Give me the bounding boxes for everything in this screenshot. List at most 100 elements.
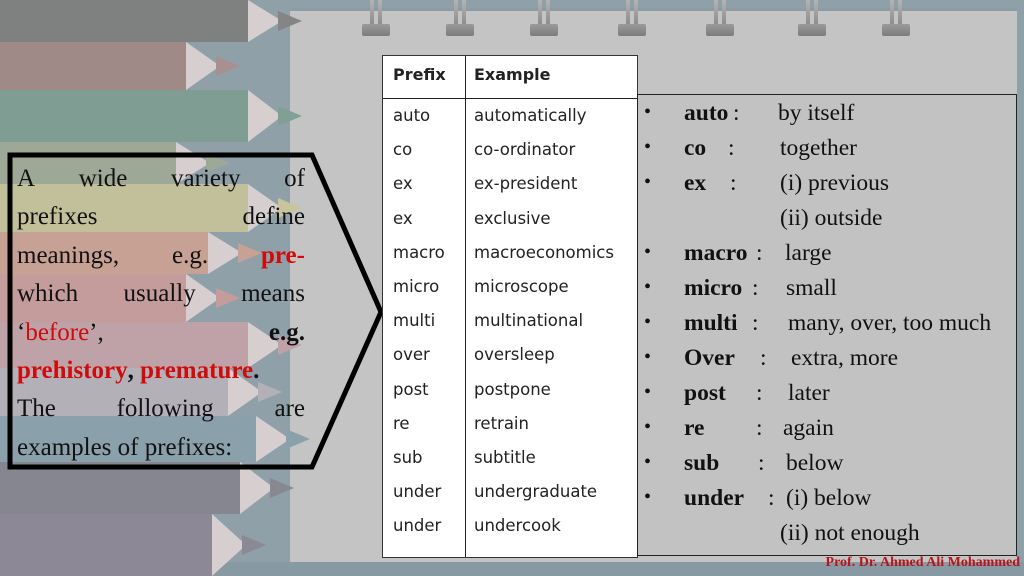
word: examples of prefixes: [17,433,233,461]
meaning-term: co [684,135,707,161]
pencil-stripe [0,514,272,576]
binder-ring-icon [530,0,558,36]
intro-line-7: The following are [17,390,305,428]
table-row: sub subtitle [383,448,637,482]
prefix-cell: sub [393,448,423,467]
prefix-cell: re [393,413,410,433]
meaning-item: (ii) not enough [638,520,1014,555]
meaning-item: • macro: large [638,240,1014,275]
meaning-item: • re: again [638,415,1014,450]
word: of [284,165,305,192]
table-row: multi multinational [383,311,637,345]
eg-label: e.g. [268,318,305,346]
prefix-cell: macro [393,242,445,262]
meaning-item: • Over: extra, more [638,345,1014,380]
example-cell: co-ordinator [474,140,576,160]
pencil-stripe [0,90,308,142]
prefix-cell: micro [393,277,440,296]
meaning-item: • sub: below [638,450,1014,485]
bullet-icon: • [644,101,652,123]
example-cell: automatically [474,106,587,125]
example-cell: microscope [474,277,569,296]
word: variety [171,165,241,192]
word: are [274,395,305,423]
example-cell: macroeconomics [474,242,614,262]
table-row: ex exclusive [383,209,637,243]
prefix-cell: co [393,140,413,160]
word: A [17,165,36,192]
word: which [17,280,79,308]
example-cell: oversleep [474,345,555,365]
meaning-item: • ex: (i) previous [638,170,1014,205]
meaning-definition: (i) below [786,485,872,511]
example-cell: subtitle [474,448,536,467]
intro-line-1: A wide variety of [17,160,305,198]
word: define [242,203,305,231]
bullet-icon: • [644,171,652,193]
meaning-term: multi [684,310,738,336]
table-row: re retrain [383,414,637,448]
comma: , [127,356,141,384]
meaning-definition: small [786,275,837,301]
example-cell: undercook [474,516,561,536]
meaning-definition: many, over, too much [788,310,992,336]
meaning-item: • micro: small [638,275,1014,310]
table-row: co co-ordinator [383,140,637,174]
example-cell: ex-president [474,174,578,194]
intro-line-3: meanings, e.g. pre- [17,237,305,275]
meaning-colon: : [758,450,765,476]
example-cell: undergraduate [474,482,598,502]
period: . [253,356,260,384]
meaning-term: ex [684,170,707,196]
before-quote: ‘before’, [17,314,104,352]
prefix-example-table: Prefix Example auto automatically co co-ord… [382,55,638,558]
meaning-definition: large [785,240,832,266]
meaning-definition: again [783,415,834,441]
prefix-cell: ex [393,174,413,194]
binder-ring-icon [706,0,734,36]
bullet-icon: • [644,451,652,473]
meaning-term: sub [684,450,720,476]
pencil-stripe [0,0,308,42]
meaning-item: • under: (i) below [638,485,1014,520]
word: meanings, [17,241,120,269]
meaning-colon: : [760,345,767,371]
word: The [17,395,56,423]
meaning-item: • auto: by itself [638,100,1014,135]
meaning-definition: by itself [778,100,855,126]
bullet-icon: • [644,416,652,438]
example-cell: retrain [474,413,529,433]
prefix-cell: auto [393,106,431,125]
meaning-term: micro [684,275,743,301]
prefix-pre-highlight: pre- [261,241,305,269]
table-row: over oversleep [383,345,637,379]
bullet-icon: • [644,486,652,508]
prefix-cell: multi [393,311,436,331]
example-cell: exclusive [474,208,551,228]
meaning-item: (ii) outside [638,205,1014,240]
meaning-colon: : [768,485,775,511]
example-cell: multinational [474,311,584,331]
bullet-icon: • [644,136,652,158]
example-cell: postpone [474,379,551,399]
meaning-colon: : [756,380,763,406]
meaning-definition: (ii) outside [780,205,883,231]
meaning-term: Over [684,345,735,371]
prefix-cell: under [393,516,442,536]
prefix-meanings-list: • auto: by itself • co: together • ex: (i) previ… [637,94,1017,556]
table-row: auto automatically [383,106,637,140]
word: prefixes [17,203,98,231]
binder-ring-icon [882,0,910,36]
binder-ring-icon [446,0,474,36]
table-row: micro microscope [383,277,637,311]
meaning-definition: together [780,135,857,161]
meaning-colon: : [752,275,759,301]
meaning-colon: : [728,135,735,161]
close-quote: ’, [89,318,104,346]
prefix-cell: post [393,379,429,399]
word: means [241,280,305,308]
intro-paragraph: A wide variety of prefixes define meanin… [17,160,305,467]
meaning-colon: : [733,100,740,126]
meaning-item: • multi: many, over, too much [638,310,1014,345]
meaning-term: re [684,415,705,441]
